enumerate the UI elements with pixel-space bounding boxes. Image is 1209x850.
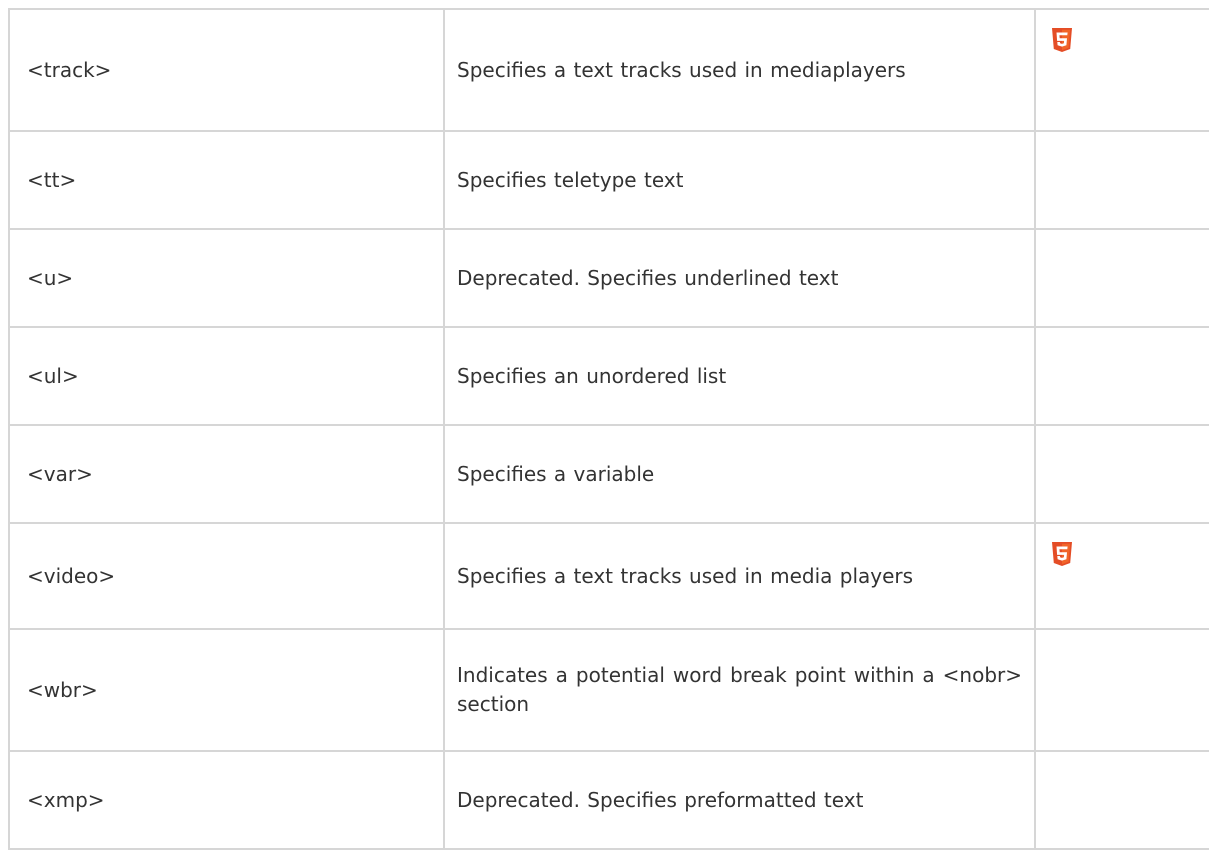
html5-badge-cell [1034, 130, 1209, 230]
html5-badge-cell [1034, 228, 1209, 328]
tag-name-cell: <var> [8, 424, 445, 524]
tag-name-cell: <track> [8, 8, 445, 132]
tag-description-cell: Deprecated. Specifies preformatted text [443, 750, 1036, 850]
table-row: <ul> Specifies an unordered list [8, 326, 1209, 426]
html-tags-table: <track> Specifies a text tracks used in … [8, 8, 1209, 850]
tag-description-cell: Specifies a text tracks used in mediapla… [443, 8, 1036, 132]
tag-description-cell: Indicates a potential word break point w… [443, 628, 1036, 752]
tag-name-cell: <u> [8, 228, 445, 328]
tag-description-cell: Specifies teletype text [443, 130, 1036, 230]
table-row: <var> Specifies a variable [8, 424, 1209, 524]
table-row: <wbr> Indicates a potential word break p… [8, 628, 1209, 752]
table-row: <xmp> Deprecated. Specifies preformatted… [8, 750, 1209, 850]
tag-name-cell: <wbr> [8, 628, 445, 752]
html5-badge-cell [1034, 522, 1209, 630]
tag-description-cell: Specifies an unordered list [443, 326, 1036, 426]
table-row: <u> Deprecated. Specifies underlined tex… [8, 228, 1209, 328]
html5-badge-cell [1034, 8, 1209, 132]
table-row: <track> Specifies a text tracks used in … [8, 8, 1209, 132]
tag-description-cell: Specifies a variable [443, 424, 1036, 524]
tag-name-cell: <tt> [8, 130, 445, 230]
html5-badge-cell [1034, 326, 1209, 426]
html5-badge-cell [1034, 628, 1209, 752]
table-row: <tt> Specifies teletype text [8, 130, 1209, 230]
table-row: <video> Specifies a text tracks used in … [8, 522, 1209, 630]
html5-icon [1052, 542, 1072, 566]
tag-name-cell: <xmp> [8, 750, 445, 850]
html5-icon [1052, 28, 1072, 52]
tag-name-cell: <video> [8, 522, 445, 630]
tag-description-cell: Deprecated. Specifies underlined text [443, 228, 1036, 328]
html5-badge-cell [1034, 750, 1209, 850]
html5-badge-cell [1034, 424, 1209, 524]
tag-description-cell: Specifies a text tracks used in media pl… [443, 522, 1036, 630]
tag-name-cell: <ul> [8, 326, 445, 426]
